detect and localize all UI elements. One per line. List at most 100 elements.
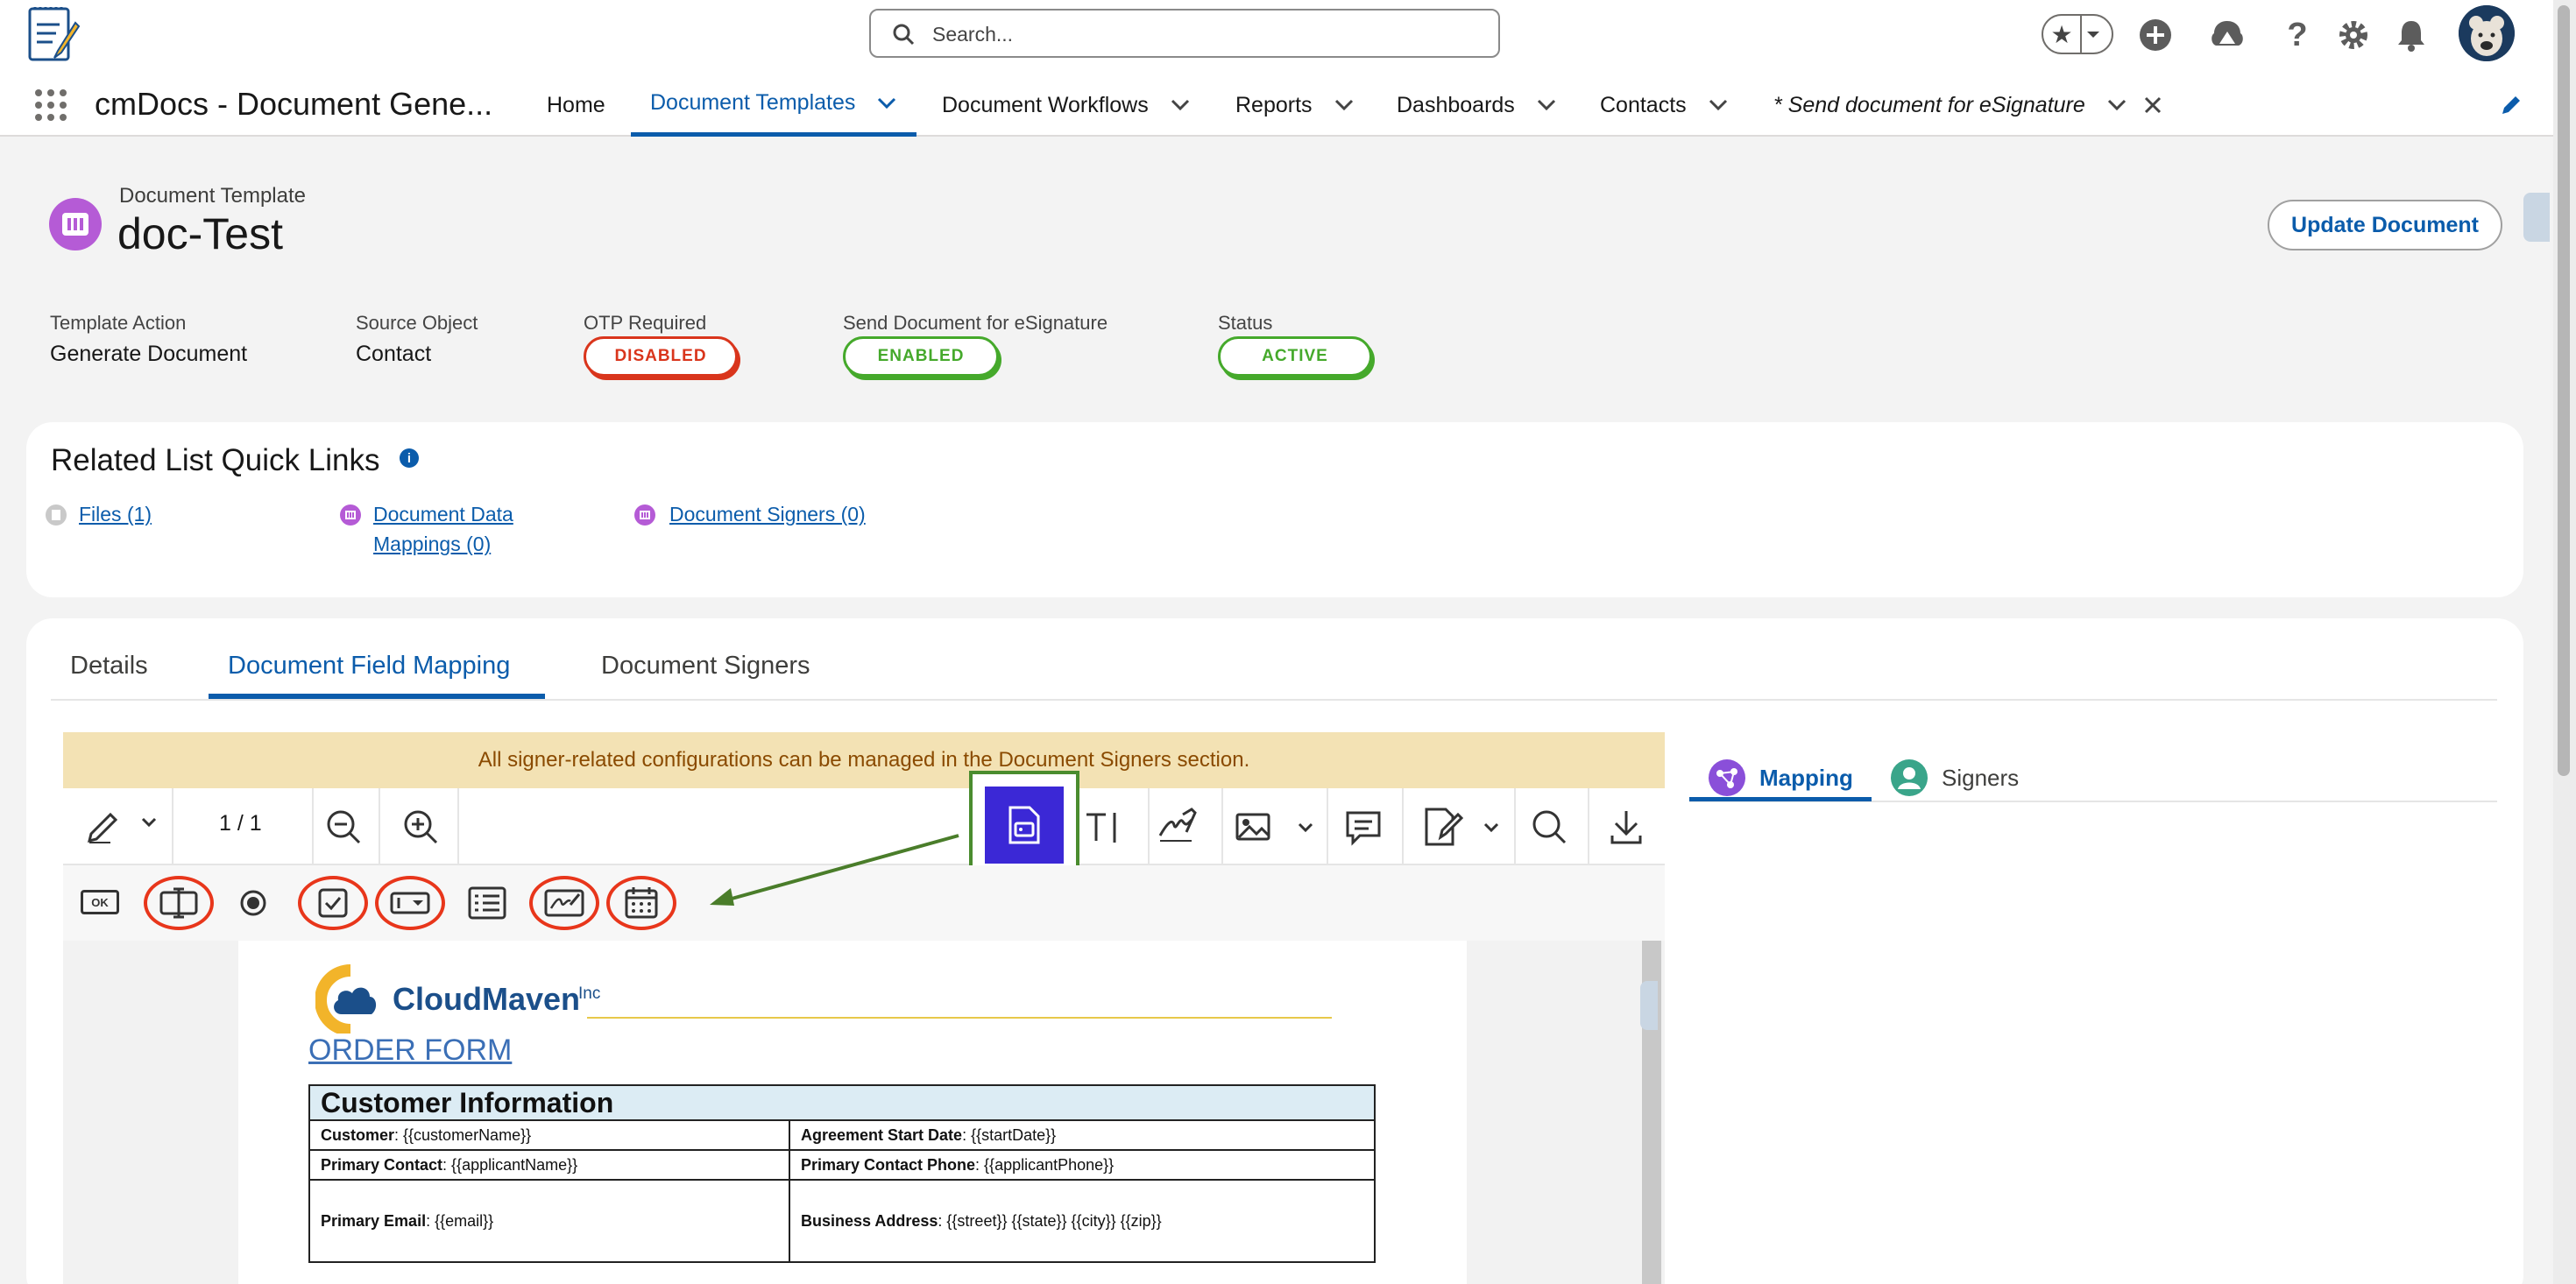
edit-nav-icon[interactable] (2499, 93, 2523, 117)
tab-document-signers[interactable]: Document Signers (601, 652, 810, 681)
list-box-tool[interactable] (468, 886, 506, 920)
bell-icon[interactable] (2392, 16, 2431, 54)
table-section-title: Customer Information (308, 1084, 1376, 1121)
nav-item-label: Contacts (1600, 92, 1687, 117)
chevron-down-icon[interactable] (140, 816, 158, 829)
nav-item-home[interactable]: Home (547, 74, 605, 137)
nav-item-label: Home (547, 92, 605, 117)
nav-item-label: Reports (1235, 92, 1313, 117)
comment-tool-icon[interactable] (1344, 808, 1383, 846)
field-label: Source Object (356, 312, 478, 334)
annotate-pen-icon[interactable] (84, 808, 123, 846)
tabs-divider (51, 699, 2497, 701)
zoom-in-icon[interactable] (401, 808, 440, 846)
nav-item-label: Document Workflows (942, 92, 1149, 117)
page-scrollbar[interactable] (2553, 0, 2576, 1284)
edit-document-icon[interactable] (1421, 806, 1463, 848)
app-launcher-icon[interactable] (33, 88, 68, 123)
quick-link-document-data-mappings[interactable]: Document Data Mappings (0) (373, 499, 513, 559)
nav-item-dashboards[interactable]: Dashboards (1397, 74, 1557, 137)
cell-value: : {{startDate}} (962, 1125, 1057, 1144)
nav-item-label: * Send document for eSignature (1773, 92, 2085, 117)
app-logo-icon[interactable] (26, 5, 89, 67)
chevron-down-icon[interactable] (1483, 822, 1500, 834)
scrollbar-thumb[interactable] (2558, 5, 2570, 776)
quick-link-document-signers[interactable]: Document Signers (0) (669, 499, 866, 529)
cell-label: Business Address (801, 1211, 938, 1230)
chevron-down-icon[interactable] (2106, 98, 2127, 112)
chevron-down-icon[interactable] (1170, 98, 1191, 112)
toolbar-divider (457, 788, 459, 865)
toolbar-divider (1327, 788, 1328, 865)
add-icon[interactable] (2136, 16, 2175, 54)
annotation-arrow (710, 834, 959, 906)
nav-item-document-workflows[interactable]: Document Workflows (942, 74, 1191, 137)
download-icon[interactable] (1607, 808, 1645, 846)
document-heading: ORDER FORM (308, 1034, 513, 1067)
text-tool-icon[interactable] (1083, 808, 1122, 846)
signer-config-banner: All signer-related configurations can be… (63, 732, 1665, 788)
button-field-tool[interactable]: OK (81, 890, 119, 914)
favorites-button[interactable]: ★ (2042, 14, 2113, 54)
date-field-tool[interactable] (606, 876, 676, 930)
table-row: Customer: {{customerName}} Agreement Sta… (308, 1119, 1376, 1151)
chevron-down-icon[interactable] (1334, 98, 1355, 112)
trailhead-icon[interactable] (2208, 16, 2247, 54)
text-field-tool[interactable] (144, 876, 214, 930)
nav-item-reports[interactable]: Reports (1235, 74, 1355, 137)
close-icon[interactable] (2143, 95, 2162, 115)
favorites-star-icon[interactable]: ★ (2043, 16, 2082, 53)
table-cell: Customer: {{customerName}} (308, 1119, 790, 1151)
document-signers-icon (634, 504, 655, 526)
zoom-out-icon[interactable] (324, 808, 363, 846)
chevron-down-icon[interactable] (1536, 98, 1557, 112)
avatar[interactable] (2459, 5, 2515, 61)
search-icon (892, 23, 915, 46)
form-fields-tool-button[interactable] (969, 771, 1079, 879)
search-icon[interactable] (1530, 808, 1568, 846)
table-row: Primary Contact: {{applicantName}} Prima… (308, 1149, 1376, 1181)
update-document-button[interactable]: Update Document (2268, 200, 2502, 250)
tab-document-field-mapping[interactable]: Document Field Mapping (228, 652, 510, 681)
gear-icon[interactable] (2334, 16, 2373, 54)
chevron-down-icon[interactable] (1708, 98, 1729, 112)
files-icon (46, 504, 67, 526)
viewer-side-handle[interactable] (1640, 981, 1658, 1030)
chevron-down-icon[interactable] (2082, 23, 2105, 46)
nav-item-document-templates[interactable]: Document Templates (631, 74, 916, 137)
document-template-icon (49, 198, 102, 250)
nav-item-contacts[interactable]: Contacts (1600, 74, 1729, 137)
tab-mapping[interactable]: Mapping (1709, 753, 1853, 802)
cell-label: Primary Contact Phone (801, 1155, 976, 1174)
company-logo-suffix: Inc (578, 984, 601, 1003)
help-icon[interactable]: ? (2278, 16, 2317, 54)
nav-item-send-document-esignature[interactable]: * Send document for eSignature (1773, 74, 2162, 137)
field-value: Generate Document (50, 342, 248, 366)
cell-value: : {{customerName}} (394, 1125, 532, 1144)
tab-details[interactable]: Details (70, 652, 148, 681)
toolbar-divider (1514, 788, 1516, 865)
page-indicator: 1 / 1 (219, 811, 262, 836)
checkbox-field-tool[interactable] (298, 876, 368, 930)
field-label: OTP Required (584, 312, 707, 334)
global-search-input[interactable]: Search... (869, 9, 1500, 58)
cloudmaven-logo-icon (315, 963, 394, 1034)
side-panel-toggle[interactable] (2523, 193, 2550, 242)
cell-value: : {{street}} {{state}} {{city}} {{zip}} (938, 1211, 1162, 1230)
toolbar-divider (312, 788, 314, 865)
field-value: Contact (356, 342, 432, 366)
quick-link-line: Mappings (0) (373, 533, 492, 555)
radio-button-tool[interactable] (238, 888, 268, 918)
quick-link-files[interactable]: Files (1) (79, 499, 152, 529)
dropdown-field-tool[interactable] (375, 876, 445, 930)
active-tab-indicator (209, 694, 545, 699)
toolbar-divider (172, 788, 173, 865)
chevron-down-icon[interactable] (876, 96, 897, 110)
signature-field-tool[interactable] (529, 876, 599, 930)
tab-signers[interactable]: Signers (1891, 753, 2019, 802)
image-tool-icon[interactable] (1234, 808, 1272, 846)
chevron-down-icon[interactable] (1297, 822, 1314, 834)
signature-tool-icon[interactable] (1157, 806, 1199, 848)
info-icon[interactable]: i (400, 448, 419, 468)
record-title: doc-Test (117, 209, 283, 258)
